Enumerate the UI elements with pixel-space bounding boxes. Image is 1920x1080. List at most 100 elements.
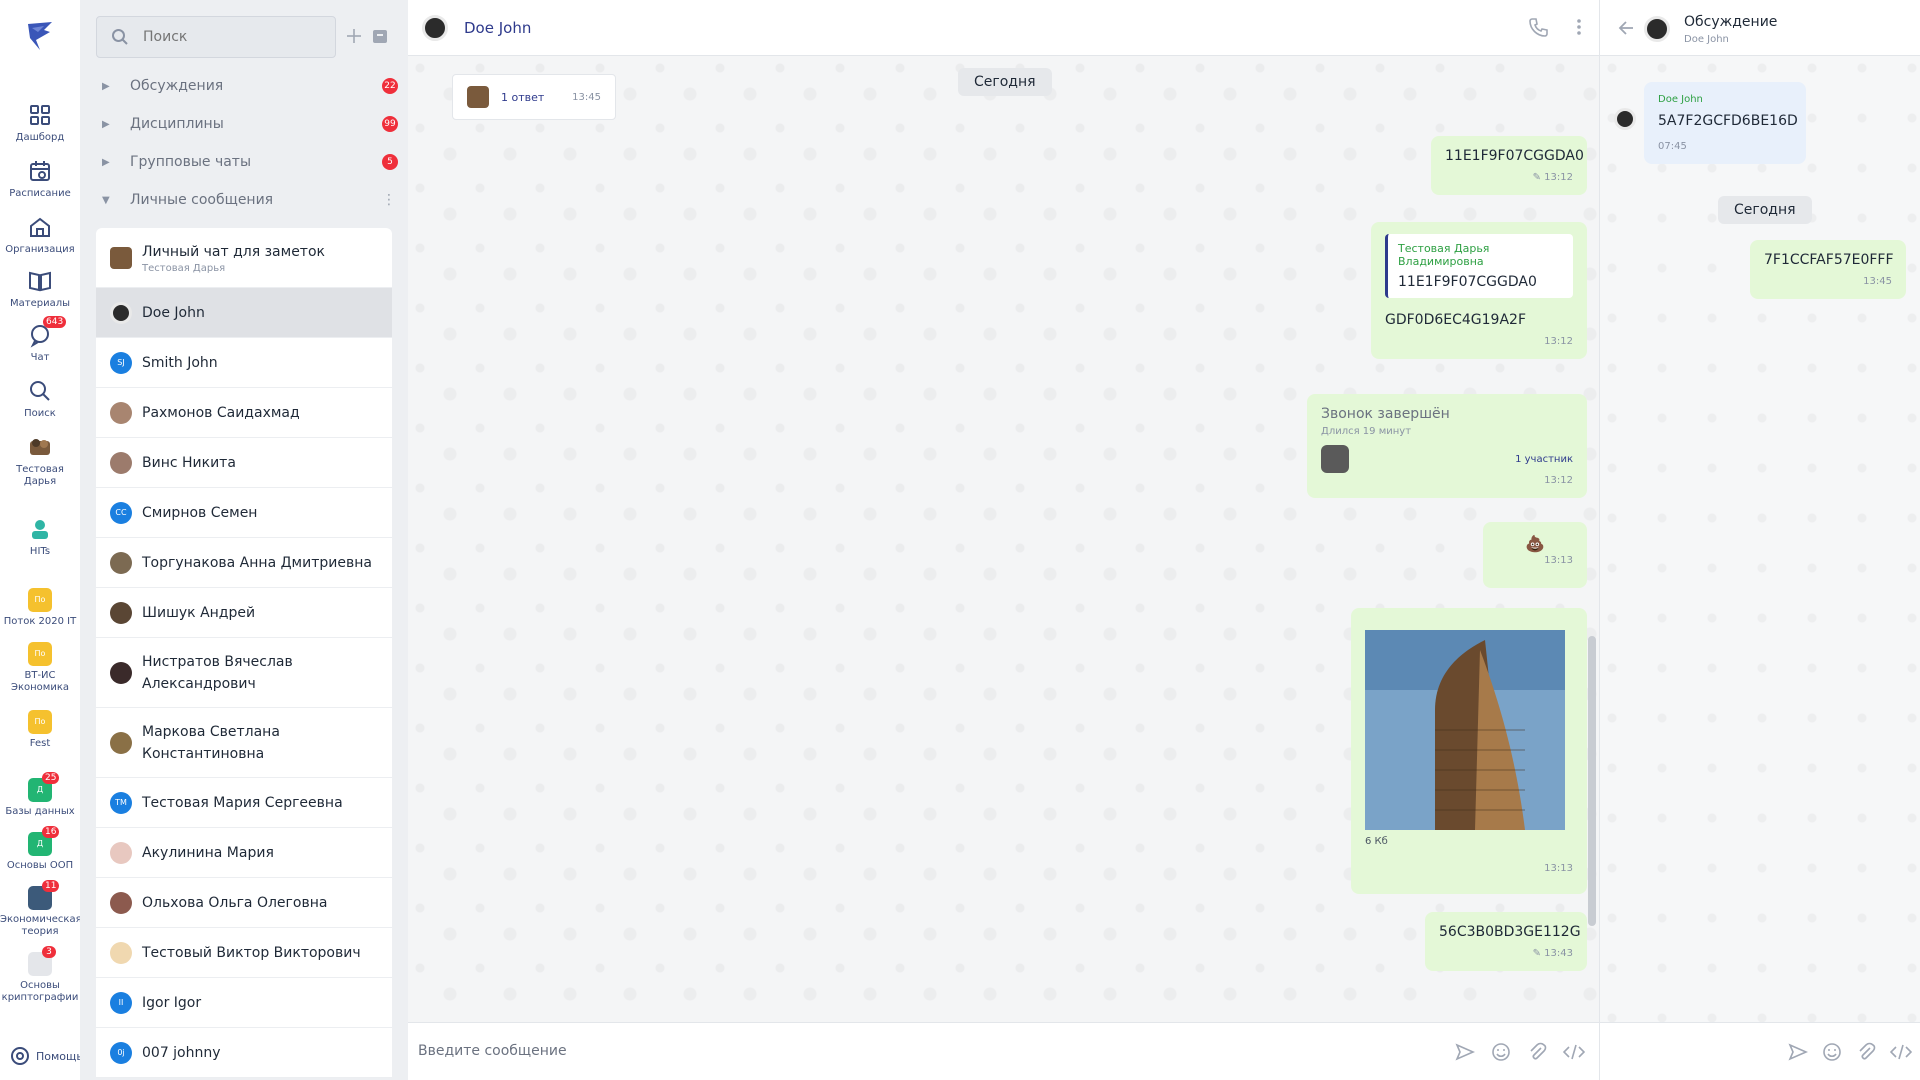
group-hits[interactable]: HITs	[0, 516, 80, 558]
contact-item[interactable]: Ольхова Ольга Олеговна	[96, 878, 392, 928]
group-unread-badge: 11	[42, 880, 60, 892]
image-attachment[interactable]	[1365, 630, 1565, 830]
group-vt-is[interactable]: По ВТ-ИС Экономика	[0, 642, 80, 694]
call-participants[interactable]: 1 участник	[1515, 454, 1573, 465]
nav-profile[interactable]: Тестовая Дарья	[0, 434, 80, 488]
avatar: СС	[110, 501, 132, 524]
contact-item[interactable]: Рахмонов Саидахмад	[96, 388, 392, 438]
contact-item[interactable]: II Igor Igor	[96, 978, 392, 1028]
app-logo-icon[interactable]	[22, 18, 58, 54]
nav-label: Материалы	[10, 298, 70, 309]
more-icon[interactable]	[1575, 16, 1583, 38]
send-icon[interactable]	[1788, 1042, 1808, 1062]
group-label: Базы данных	[5, 806, 75, 817]
message-bubble[interactable]: Тестовая Дарья Владимировна 11E1F9F07CGG…	[1371, 222, 1587, 359]
message-text: 11E1F9F07CGGDA0	[1445, 148, 1584, 164]
thread-root-message[interactable]: Doe John 5A7F2GCFD6BE16D 07:45	[1644, 82, 1806, 164]
message-input[interactable]	[418, 1037, 1318, 1065]
message-time: 13:45	[1863, 276, 1892, 287]
section-disciplines[interactable]: ▶ Дисциплины 99	[102, 108, 398, 140]
search-box[interactable]	[96, 16, 336, 58]
message-bubble[interactable]: 7F1CCFAF57E0FFF 13:45	[1750, 240, 1906, 299]
document-icon: 3	[28, 946, 56, 976]
nav-label: Чат	[30, 352, 50, 363]
contact-item[interactable]: Нистратов Вячеслав Александрович	[96, 638, 392, 708]
contact-item[interactable]: СС Смирнов Семен	[96, 488, 392, 538]
nav-organization[interactable]: Организация	[0, 214, 80, 256]
contact-item[interactable]: ТМ Тестовая Мария Сергеевна	[96, 778, 392, 828]
more-icon[interactable]: ⋮	[382, 192, 396, 208]
message-bubble[interactable]: 56C3B0BD3GE112G ✎ 13:43	[1425, 912, 1587, 971]
group-potok[interactable]: По Поток 2020 IT	[0, 588, 80, 628]
thread-composer	[1600, 1022, 1920, 1080]
contact-name: 007 johnny	[142, 1044, 221, 1061]
nav-chat[interactable]: 643 Чат	[0, 316, 80, 364]
emoji-icon[interactable]	[1822, 1042, 1842, 1062]
avatar	[467, 86, 489, 108]
message-bubble[interactable]: 11E1F9F07CGGDA0 ✎ 13:12	[1431, 136, 1587, 195]
message-text: GDF0D6EC4G19A2F	[1385, 312, 1527, 328]
contact-item[interactable]: SJ Smith John	[96, 338, 392, 388]
attach-icon[interactable]	[1527, 1042, 1547, 1062]
thread-message-input[interactable]	[1610, 1037, 1770, 1065]
section-badge: 5	[382, 154, 398, 170]
chat-icon: 643	[27, 316, 67, 348]
emoji-icon[interactable]	[1491, 1042, 1511, 1062]
thread-messages[interactable]: Doe John 5A7F2GCFD6BE16D 07:45 Сегодня 7…	[1600, 56, 1920, 1022]
group-economics[interactable]: 11 Экономическая теория	[0, 880, 82, 938]
contact-item[interactable]: Винс Никита	[96, 438, 392, 488]
group-label: Основы ООП	[6, 860, 74, 871]
nav-materials[interactable]: Материалы	[0, 268, 80, 310]
grid-icon	[27, 102, 53, 128]
chat-title[interactable]: Doe John	[464, 19, 531, 37]
contact-item[interactable]: Шишук Андрей	[96, 588, 392, 638]
quoted-message[interactable]: Тестовая Дарья Владимировна 11E1F9F07CGG…	[1385, 234, 1573, 298]
thread-panel: Обсуждение Doe John Doe John 5A7F2GCFD6B…	[1599, 0, 1920, 1080]
group-fest[interactable]: По Fest	[0, 710, 80, 750]
avatar: 0j	[110, 1041, 132, 1064]
phone-icon[interactable]	[1527, 16, 1549, 38]
group-oop[interactable]: Д 16 Основы ООП	[0, 826, 80, 872]
thread-reply-card[interactable]: 1 ответ 13:45	[452, 74, 616, 120]
nav-schedule[interactable]: Расписание	[0, 158, 80, 200]
message-area[interactable]: 1 ответ 13:45 Сегодня 11E1F9F07CGGDA0 ✎ …	[408, 56, 1599, 1022]
attach-icon[interactable]	[1856, 1042, 1876, 1062]
section-group-chats[interactable]: ▶ Групповые чаты 5	[102, 146, 398, 178]
search-input[interactable]	[143, 29, 313, 45]
avatar	[1614, 108, 1636, 130]
contact-name: Шишук Андрей	[142, 604, 256, 621]
contact-item[interactable]: Тестовый Виктор Викторович	[96, 928, 392, 978]
section-private-messages[interactable]: ▼ Личные сообщения ⋮	[102, 184, 398, 216]
avatar[interactable]	[422, 14, 448, 41]
nav-label: Организация	[5, 244, 75, 255]
nav-dashboard[interactable]: Дашборд	[0, 102, 80, 144]
group-crypto[interactable]: 3 Основы криптографии	[0, 946, 80, 1004]
back-arrow-icon[interactable]	[1618, 20, 1634, 36]
section-label: Дисциплины	[130, 116, 224, 132]
message-time: 13:12	[1544, 172, 1573, 183]
group-label: HITs	[29, 546, 51, 557]
code-icon[interactable]	[1889, 1042, 1913, 1062]
code-icon[interactable]	[1562, 1042, 1586, 1062]
section-discussions[interactable]: ▶ Обсуждения 22	[102, 70, 398, 102]
nav-search[interactable]: Поиск	[0, 378, 80, 420]
contact-item[interactable]: Торгунакова Анна Дмитриевна	[96, 538, 392, 588]
add-icon[interactable]	[344, 26, 364, 46]
message-time: 13:13	[1544, 555, 1573, 566]
help-button[interactable]: Помощь	[10, 1046, 83, 1066]
emoji: 💩	[1525, 534, 1545, 553]
call-ended-bubble[interactable]: Звонок завершён Длился 19 минут 1 участн…	[1307, 394, 1587, 498]
nav-label: Расписание	[9, 188, 71, 199]
contact-item[interactable]: Doe John	[96, 288, 392, 338]
contact-item[interactable]: 0j 007 johnny	[96, 1028, 392, 1078]
image-message-bubble[interactable]: 6 Кб 13:13	[1351, 608, 1587, 894]
send-icon[interactable]	[1455, 1042, 1475, 1062]
contact-item[interactable]: Личный чат для заметок Тестовая Дарья	[96, 228, 392, 288]
avatar	[110, 551, 132, 574]
message-bubble[interactable]: 💩 13:13	[1483, 522, 1587, 588]
contact-item[interactable]: Маркова Светлана Константиновна	[96, 708, 392, 778]
group-databases[interactable]: Д 25 Базы данных	[0, 772, 80, 818]
scrollbar[interactable]	[1588, 636, 1596, 926]
contact-item[interactable]: Акулинина Мария	[96, 828, 392, 878]
archive-icon[interactable]	[370, 26, 390, 46]
